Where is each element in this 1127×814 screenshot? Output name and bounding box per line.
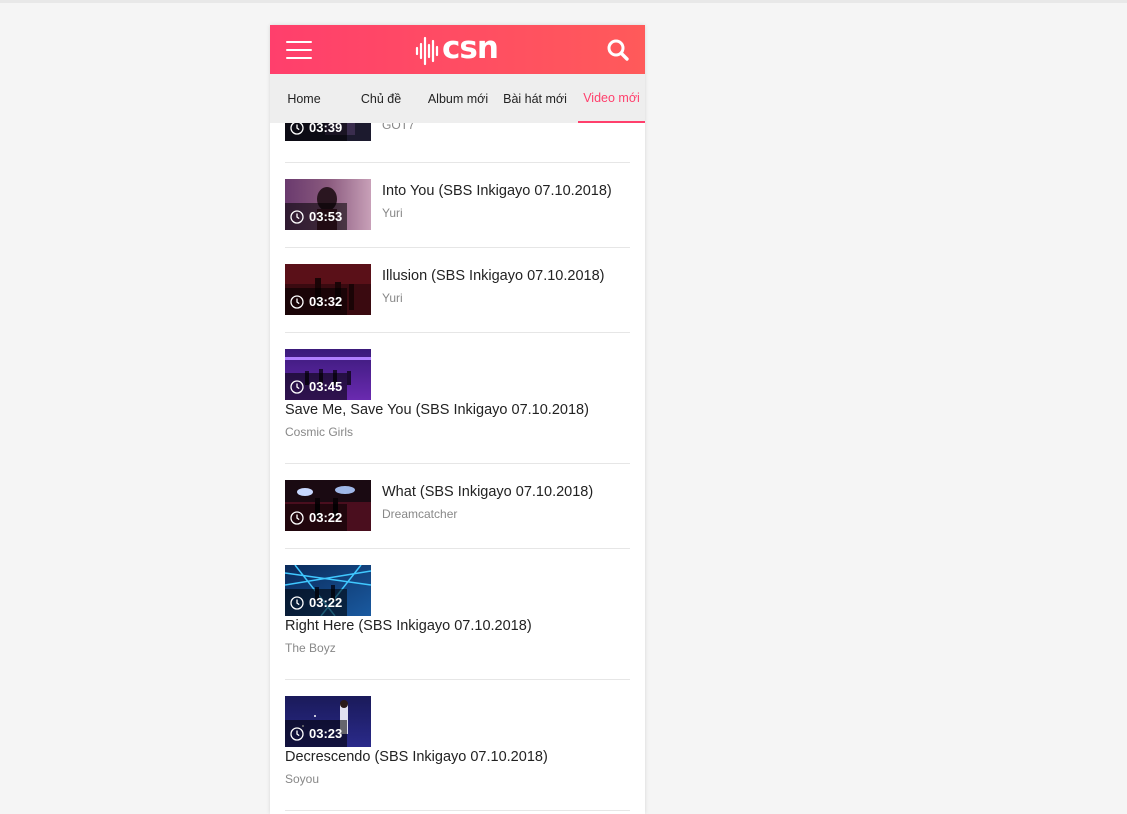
video-thumbnail[interactable]: 03:22 (285, 480, 371, 531)
clock-icon (290, 510, 304, 525)
duration-badge: 03:23 (285, 720, 348, 747)
video-title[interactable]: What (SBS Inkigayo 07.10.2018) (382, 484, 593, 500)
browser-top-border (0, 0, 1127, 3)
video-list-item[interactable]: 03:23 Decrescendo (SBS Inkigayo 07.10.20… (285, 680, 630, 811)
video-list-item[interactable]: 03:53 Into You (SBS Inkigayo 07.10.2018)… (285, 163, 630, 248)
video-thumbnail[interactable]: 03:39 (285, 123, 371, 141)
soundwave-logo-icon (415, 36, 439, 66)
video-list: 03:39 GOT7 03:53 Into You (SBS Inkigayo … (285, 123, 630, 814)
video-list-item[interactable]: 03:39 GOT7 (285, 123, 630, 163)
clock-icon (290, 595, 304, 610)
tab-album-moi[interactable]: Album mới (423, 74, 493, 123)
duration-text: 03:22 (309, 595, 343, 610)
video-thumbnail[interactable]: 03:32 (285, 264, 371, 315)
duration-badge: 03:22 (285, 589, 348, 616)
clock-icon (290, 379, 304, 394)
video-list-item[interactable]: 03:22 Right Here (SBS Inkigayo 07.10.201… (285, 549, 630, 680)
video-thumbnail[interactable]: 03:23 (285, 696, 371, 747)
duration-text: 03:39 (309, 123, 343, 135)
duration-text: 03:32 (309, 294, 343, 309)
video-title[interactable]: Illusion (SBS Inkigayo 07.10.2018) (382, 268, 604, 284)
duration-badge: 03:45 (285, 373, 348, 400)
video-artist[interactable]: The Boyz (285, 641, 336, 655)
video-artist[interactable]: Yuri (382, 206, 403, 220)
clock-icon (290, 726, 304, 741)
csn-logo[interactable]: csn (415, 30, 507, 67)
hamburger-menu-icon[interactable] (286, 41, 312, 59)
clock-icon (290, 123, 304, 135)
video-artist[interactable]: Soyou (285, 772, 319, 786)
tab-video-moi[interactable]: Video mới (578, 74, 645, 123)
video-list-item[interactable]: 03:22 What (SBS Inkigayo 07.10.2018) Dre… (285, 464, 630, 549)
logo-text: csn (442, 30, 499, 66)
duration-badge: 03:53 (285, 203, 348, 230)
mobile-page: csn Home Chủ đề Album mới Bài hát mới Vi… (270, 25, 645, 814)
clock-icon (290, 294, 304, 309)
duration-text: 03:23 (309, 726, 343, 741)
tab-chu-de[interactable]: Chủ đề (354, 74, 408, 123)
duration-text: 03:45 (309, 379, 343, 394)
search-icon[interactable] (606, 38, 630, 62)
video-thumbnail[interactable]: 03:22 (285, 565, 371, 616)
duration-text: 03:53 (309, 209, 343, 224)
category-tabs: Home Chủ đề Album mới Bài hát mới Video … (270, 74, 645, 123)
tab-bai-hat-moi[interactable]: Bài hát mới (500, 74, 570, 123)
video-artist[interactable]: Cosmic Girls (285, 425, 353, 439)
tab-home[interactable]: Home (276, 74, 332, 123)
video-title[interactable]: Save Me, Save You (SBS Inkigayo 07.10.20… (285, 402, 589, 418)
duration-badge: 03:32 (285, 288, 348, 315)
duration-badge: 03:22 (285, 504, 348, 531)
video-artist[interactable]: GOT7 (382, 123, 415, 132)
video-artist[interactable]: Yuri (382, 291, 403, 305)
video-title[interactable]: Decrescendo (SBS Inkigayo 07.10.2018) (285, 749, 548, 765)
app-header: csn (270, 25, 645, 74)
duration-badge: 03:39 (285, 123, 348, 141)
video-title[interactable]: Into You (SBS Inkigayo 07.10.2018) (382, 183, 612, 199)
video-list-item[interactable]: 03:45 Save Me, Save You (SBS Inkigayo 07… (285, 333, 630, 464)
video-thumbnail[interactable]: 03:53 (285, 179, 371, 230)
video-thumbnail[interactable]: 03:45 (285, 349, 371, 400)
video-title[interactable]: Right Here (SBS Inkigayo 07.10.2018) (285, 618, 532, 634)
video-artist[interactable]: Dreamcatcher (382, 507, 457, 521)
video-list-item[interactable]: 03:32 Illusion (SBS Inkigayo 07.10.2018)… (285, 248, 630, 333)
clock-icon (290, 209, 304, 224)
duration-text: 03:22 (309, 510, 343, 525)
